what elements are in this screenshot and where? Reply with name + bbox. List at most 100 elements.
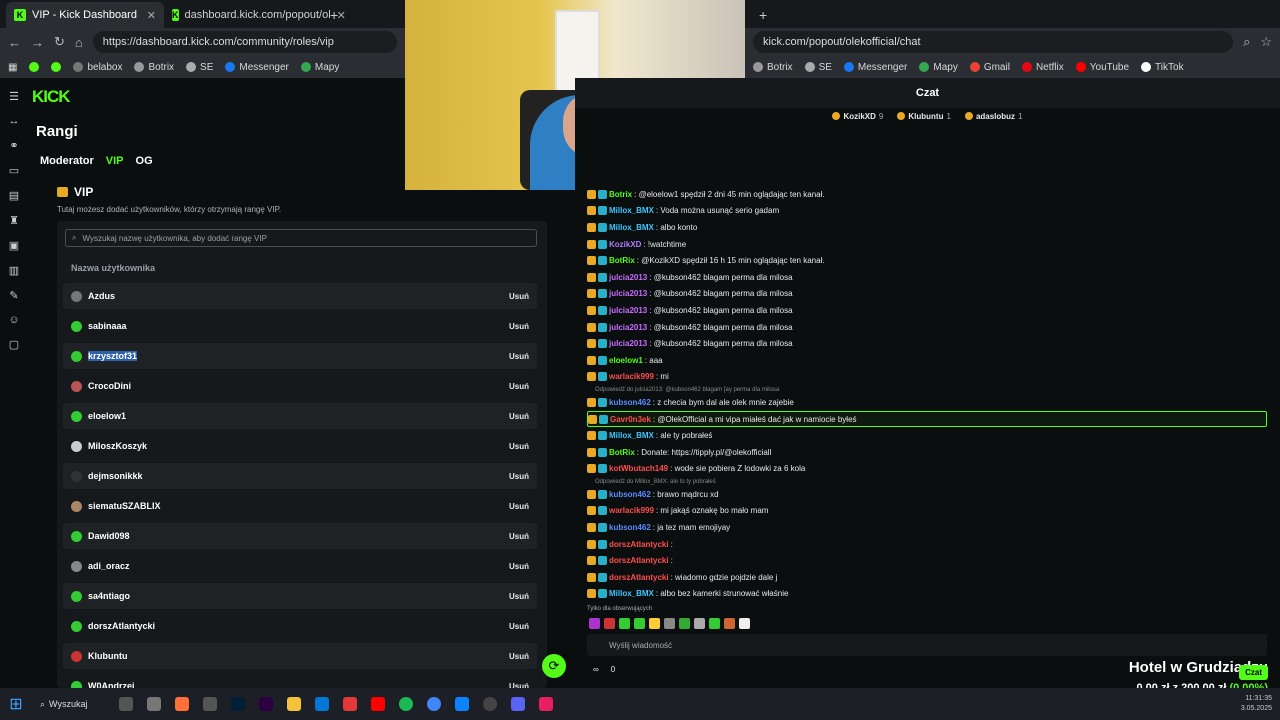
- tab-og[interactable]: OG: [136, 155, 153, 167]
- task-view-icon[interactable]: [119, 697, 133, 711]
- help-button[interactable]: ⟳: [542, 654, 566, 678]
- tab-vip[interactable]: VIP: [106, 155, 124, 167]
- username[interactable]: Klubuntu: [88, 651, 128, 661]
- chat-username[interactable]: BotRix: [609, 256, 635, 265]
- tiktok-icon[interactable]: [539, 697, 553, 711]
- emote-icon[interactable]: [679, 618, 690, 629]
- emote-icon[interactable]: [619, 618, 630, 629]
- remove-button[interactable]: Usuń: [509, 652, 529, 661]
- zoom-icon[interactable]: ⌕: [1243, 34, 1250, 50]
- remove-button[interactable]: Usuń: [509, 412, 529, 421]
- app-icon-2[interactable]: [343, 697, 357, 711]
- username[interactable]: dejmsonikkk: [88, 471, 143, 481]
- calculator-icon[interactable]: [147, 697, 161, 711]
- user-search-input[interactable]: ⌕ Wyszukaj nazwę użytkownika, aby dodać r…: [65, 229, 537, 247]
- remove-button[interactable]: Usuń: [509, 292, 529, 301]
- chat-username[interactable]: julcia2013: [609, 323, 647, 332]
- remove-button[interactable]: Usuń: [509, 592, 529, 601]
- stream-icon[interactable]: ▭: [9, 164, 19, 177]
- chat-username[interactable]: Millox_BMX: [609, 431, 654, 440]
- remove-button[interactable]: Usuń: [509, 472, 529, 481]
- firefox-icon[interactable]: [175, 697, 189, 711]
- kick-logo[interactable]: KICK: [32, 87, 71, 107]
- app-icon[interactable]: [203, 697, 217, 711]
- photoshop-icon[interactable]: [231, 697, 245, 711]
- bookmark-belabox[interactable]: belabox: [73, 62, 122, 73]
- remove-button[interactable]: Usuń: [509, 502, 529, 511]
- bookmark-tiktok[interactable]: TikTok: [1141, 62, 1184, 73]
- bookmark-youtube[interactable]: YouTube: [1075, 62, 1129, 73]
- url-input-right[interactable]: kick.com/popout/olekofficial/chat: [753, 31, 1234, 53]
- premiere-icon[interactable]: [259, 697, 273, 711]
- video-icon[interactable]: ▣: [9, 239, 19, 252]
- emote-icon[interactable]: [724, 618, 735, 629]
- bookmark-botrix[interactable]: Botrix: [134, 62, 174, 73]
- chat-username[interactable]: julcia2013: [609, 273, 647, 282]
- username[interactable]: siematuSZABLIX: [88, 501, 161, 511]
- chat-username[interactable]: dorszAtlantycki: [609, 556, 669, 565]
- gift-user[interactable]: Klubuntu: [908, 112, 943, 121]
- spotify-icon[interactable]: [399, 697, 413, 711]
- username[interactable]: Azdus: [88, 291, 115, 301]
- explorer-icon[interactable]: [287, 697, 301, 711]
- remove-button[interactable]: Usuń: [509, 352, 529, 361]
- bookmark-messenger[interactable]: Messenger: [225, 62, 289, 73]
- chat-username[interactable]: julcia2013: [609, 339, 647, 348]
- star-icon[interactable]: ☆: [1260, 34, 1272, 50]
- send-chat-button[interactable]: Czat: [1239, 665, 1268, 680]
- bookmark-se[interactable]: SE: [804, 62, 832, 73]
- discord-icon[interactable]: [511, 697, 525, 711]
- forward-icon[interactable]: →: [31, 35, 44, 50]
- chat-input[interactable]: Wyślij wiadomość: [587, 634, 1267, 656]
- tab-popout[interactable]: Kdashboard.kick.com/popout/ol ✕: [164, 2, 346, 28]
- chat-username[interactable]: Gavr0n3ek: [610, 415, 651, 424]
- emote-icon[interactable]: [694, 618, 705, 629]
- chat-username[interactable]: kotWbutach149: [609, 464, 668, 473]
- remove-button[interactable]: Usuń: [509, 622, 529, 631]
- close-icon[interactable]: ✕: [147, 9, 156, 22]
- chat-username[interactable]: warlacik999: [609, 506, 654, 515]
- community-icon[interactable]: ☺: [8, 314, 19, 326]
- emote-icon[interactable]: [664, 618, 675, 629]
- home-icon[interactable]: ⌂: [75, 35, 83, 50]
- taskbar-search[interactable]: ⌕ Wyszukaj: [32, 692, 112, 716]
- new-tab-button[interactable]: +: [751, 2, 775, 28]
- remove-button[interactable]: Usuń: [509, 442, 529, 451]
- app-icon-3[interactable]: [455, 697, 469, 711]
- chat-username[interactable]: dorszAtlantycki: [609, 540, 669, 549]
- chat-username[interactable]: eloelow1: [609, 356, 643, 365]
- chat-username[interactable]: julcia2013: [609, 289, 647, 298]
- analytics-icon[interactable]: ▥: [9, 264, 19, 277]
- kick-bookmark-2[interactable]: [51, 62, 62, 72]
- remove-button[interactable]: Usuń: [509, 562, 529, 571]
- url-input[interactable]: https://dashboard.kick.com/community/rol…: [92, 31, 397, 53]
- bookmark-se[interactable]: SE: [186, 62, 213, 73]
- emote-icon[interactable]: [709, 618, 720, 629]
- emote-icon[interactable]: [634, 618, 645, 629]
- username[interactable]: sabinaaa: [88, 321, 127, 331]
- bookmark-mapy[interactable]: Mapy: [300, 62, 339, 73]
- chat-username[interactable]: Millox_BMX: [609, 206, 654, 215]
- remove-button[interactable]: Usuń: [509, 382, 529, 391]
- chat-username[interactable]: julcia2013: [609, 306, 647, 315]
- chat-username[interactable]: warlacik999: [609, 372, 654, 381]
- menu-icon[interactable]: ☰: [9, 90, 19, 103]
- chat-username[interactable]: kubson462: [609, 523, 651, 532]
- kick-bookmark[interactable]: [29, 62, 40, 72]
- emote-icon[interactable]: [589, 618, 600, 629]
- chat-username[interactable]: Millox_BMX: [609, 589, 654, 598]
- username[interactable]: sa4ntiago: [88, 591, 130, 601]
- settings-icon[interactable]: ▢: [9, 338, 19, 351]
- gift-user[interactable]: KozikXD: [843, 112, 875, 121]
- username[interactable]: MiloszKoszyk: [88, 441, 147, 451]
- bookmark-botrix[interactable]: Botrix: [753, 62, 793, 73]
- username[interactable]: krzysztof31: [88, 351, 138, 361]
- collapse-icon[interactable]: ↔: [9, 115, 20, 127]
- username[interactable]: adi_oracz: [88, 561, 130, 571]
- link-icon[interactable]: ⚭: [9, 139, 18, 152]
- emote-icon[interactable]: [739, 618, 750, 629]
- bookmark-netflix[interactable]: Netflix: [1021, 62, 1064, 73]
- emote-icon[interactable]: [649, 618, 660, 629]
- bookmark-mapy[interactable]: Mapy: [919, 62, 958, 73]
- chat-username[interactable]: Millox_BMX: [609, 223, 654, 232]
